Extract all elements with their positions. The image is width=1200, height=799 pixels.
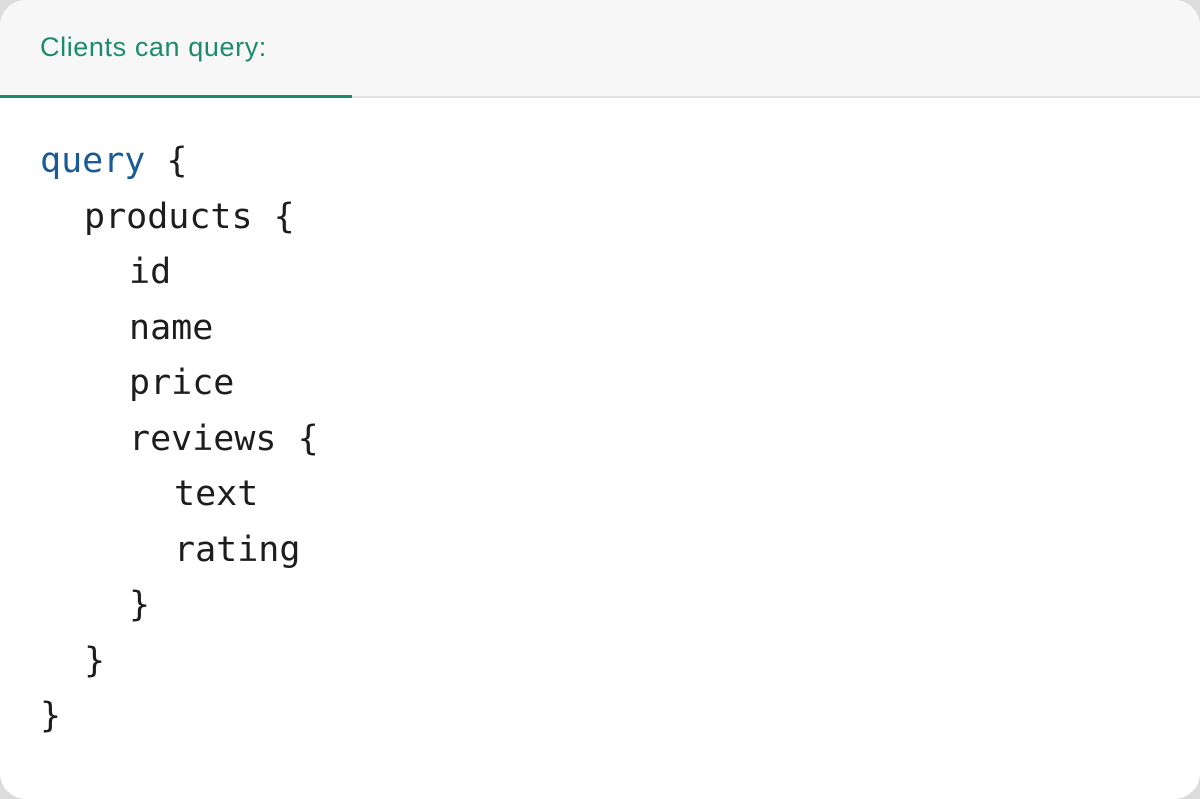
query-keyword: query — [40, 141, 146, 181]
code-line: text — [174, 474, 259, 514]
code-line: reviews { — [129, 418, 319, 459]
code-line: products { — [84, 196, 295, 237]
code-line: name — [129, 307, 214, 348]
open-brace: { — [145, 141, 188, 181]
code-block: query { products { id name price reviews… — [40, 134, 1160, 745]
tab-clients-can-query[interactable]: Clients can query: — [0, 0, 352, 98]
code-line: id — [129, 252, 172, 292]
tab-bar: Clients can query: — [0, 0, 1200, 98]
tab-label: Clients can query: — [40, 32, 267, 62]
code-line: } — [40, 696, 62, 736]
code-line: } — [129, 585, 151, 625]
code-example-card: Clients can query: query { products { id… — [0, 0, 1200, 799]
code-line: price — [129, 363, 235, 403]
code-line: query { — [40, 134, 1160, 190]
code-line: rating — [174, 529, 301, 570]
code-line: } — [84, 640, 106, 681]
